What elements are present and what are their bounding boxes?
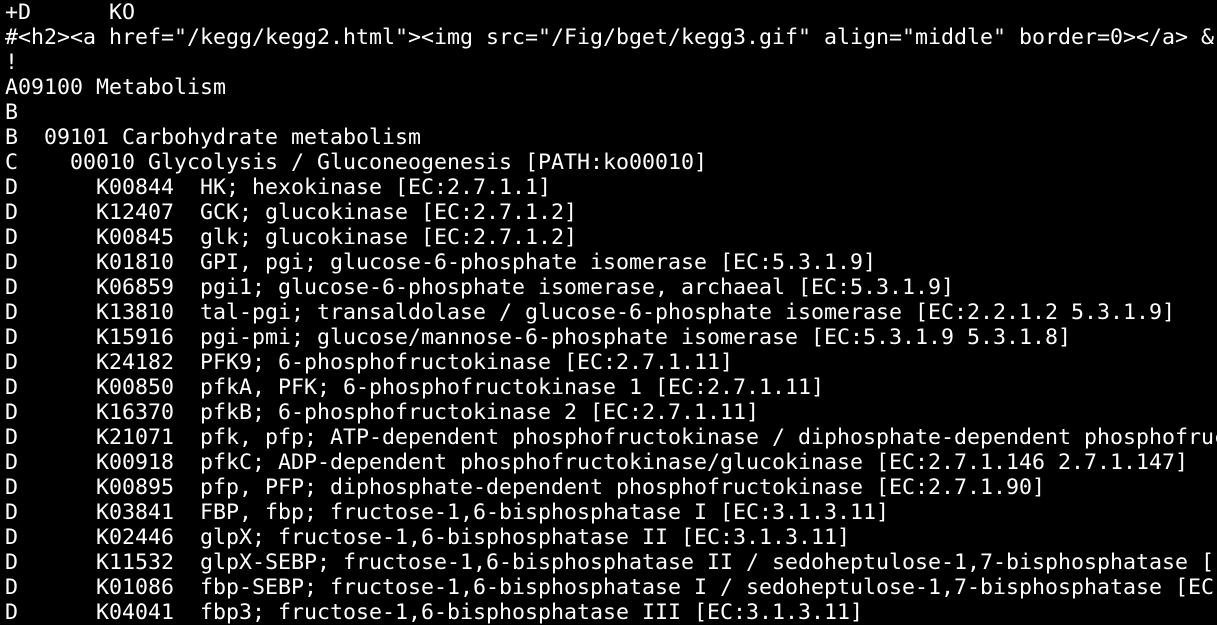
terminal-line: D K01810 GPI, pgi; glucose-6-phosphate i… (5, 250, 877, 275)
terminal-line: A09100 Metabolism (5, 75, 227, 100)
terminal-line: D K03841 FBP, fbp; fructose-1,6-bisphosp… (5, 500, 890, 525)
terminal-text-area[interactable]: +D KO #<h2><a href="/kegg/kegg2.html"><im… (5, 0, 1217, 625)
terminal-line: B (5, 100, 19, 125)
terminal-window[interactable]: +D KO #<h2><a href="/kegg/kegg2.html"><im… (0, 0, 1217, 625)
terminal-line: D K00845 glk; glucokinase [EC:2.7.1.2] (5, 225, 578, 250)
terminal-line: D K21071 pfk, pfp; ATP-dependent phospho… (5, 425, 1217, 450)
terminal-line: D K02446 glpX; fructose-1,6-bisphosphata… (5, 525, 851, 550)
terminal-line: D K00918 pfkC; ADP-dependent phosphofruc… (5, 450, 1189, 475)
terminal-line: B 09101 Carbohydrate metabolism (5, 125, 422, 150)
terminal-line: D K12407 GCK; glucokinase [EC:2.7.1.2] (5, 200, 578, 225)
terminal-line: ! (5, 50, 19, 75)
terminal-line: D K16370 pfkB; 6-phosphofructokinase 2 [… (5, 400, 760, 425)
terminal-line: D K13810 tal-pgi; transaldolase / glucos… (5, 300, 1176, 325)
terminal-line: D K24182 PFK9; 6-phosphofructokinase [EC… (5, 350, 734, 375)
terminal-line: D K00895 pfp, PFP; diphosphate-dependent… (5, 475, 1046, 500)
terminal-line: D K01086 fbp-SEBP; fructose-1,6-bisphosp… (5, 575, 1215, 600)
terminal-line: D K00844 HK; hexokinase [EC:2.7.1.1] (5, 175, 552, 200)
terminal-line: D K06859 pgi1; glucose-6-phosphate isome… (5, 275, 955, 300)
terminal-line: D K04041 fbp3; fructose-1,6-bisphosphata… (5, 600, 864, 625)
terminal-line: D K11532 glpX-SEBP; fructose-1,6-bisphos… (5, 550, 1215, 575)
terminal-line: D K15916 pgi-pmi; glucose/mannose-6-phos… (5, 325, 1072, 350)
terminal-line: #<h2><a href="/kegg/kegg2.html"><img src… (5, 25, 1215, 50)
terminal-line: C 00010 Glycolysis / Gluconeogenesis [PA… (5, 150, 708, 175)
terminal-line: D K00850 pfkA, PFK; 6-phosphofructokinas… (5, 375, 825, 400)
terminal-line: +D KO (5, 0, 136, 25)
